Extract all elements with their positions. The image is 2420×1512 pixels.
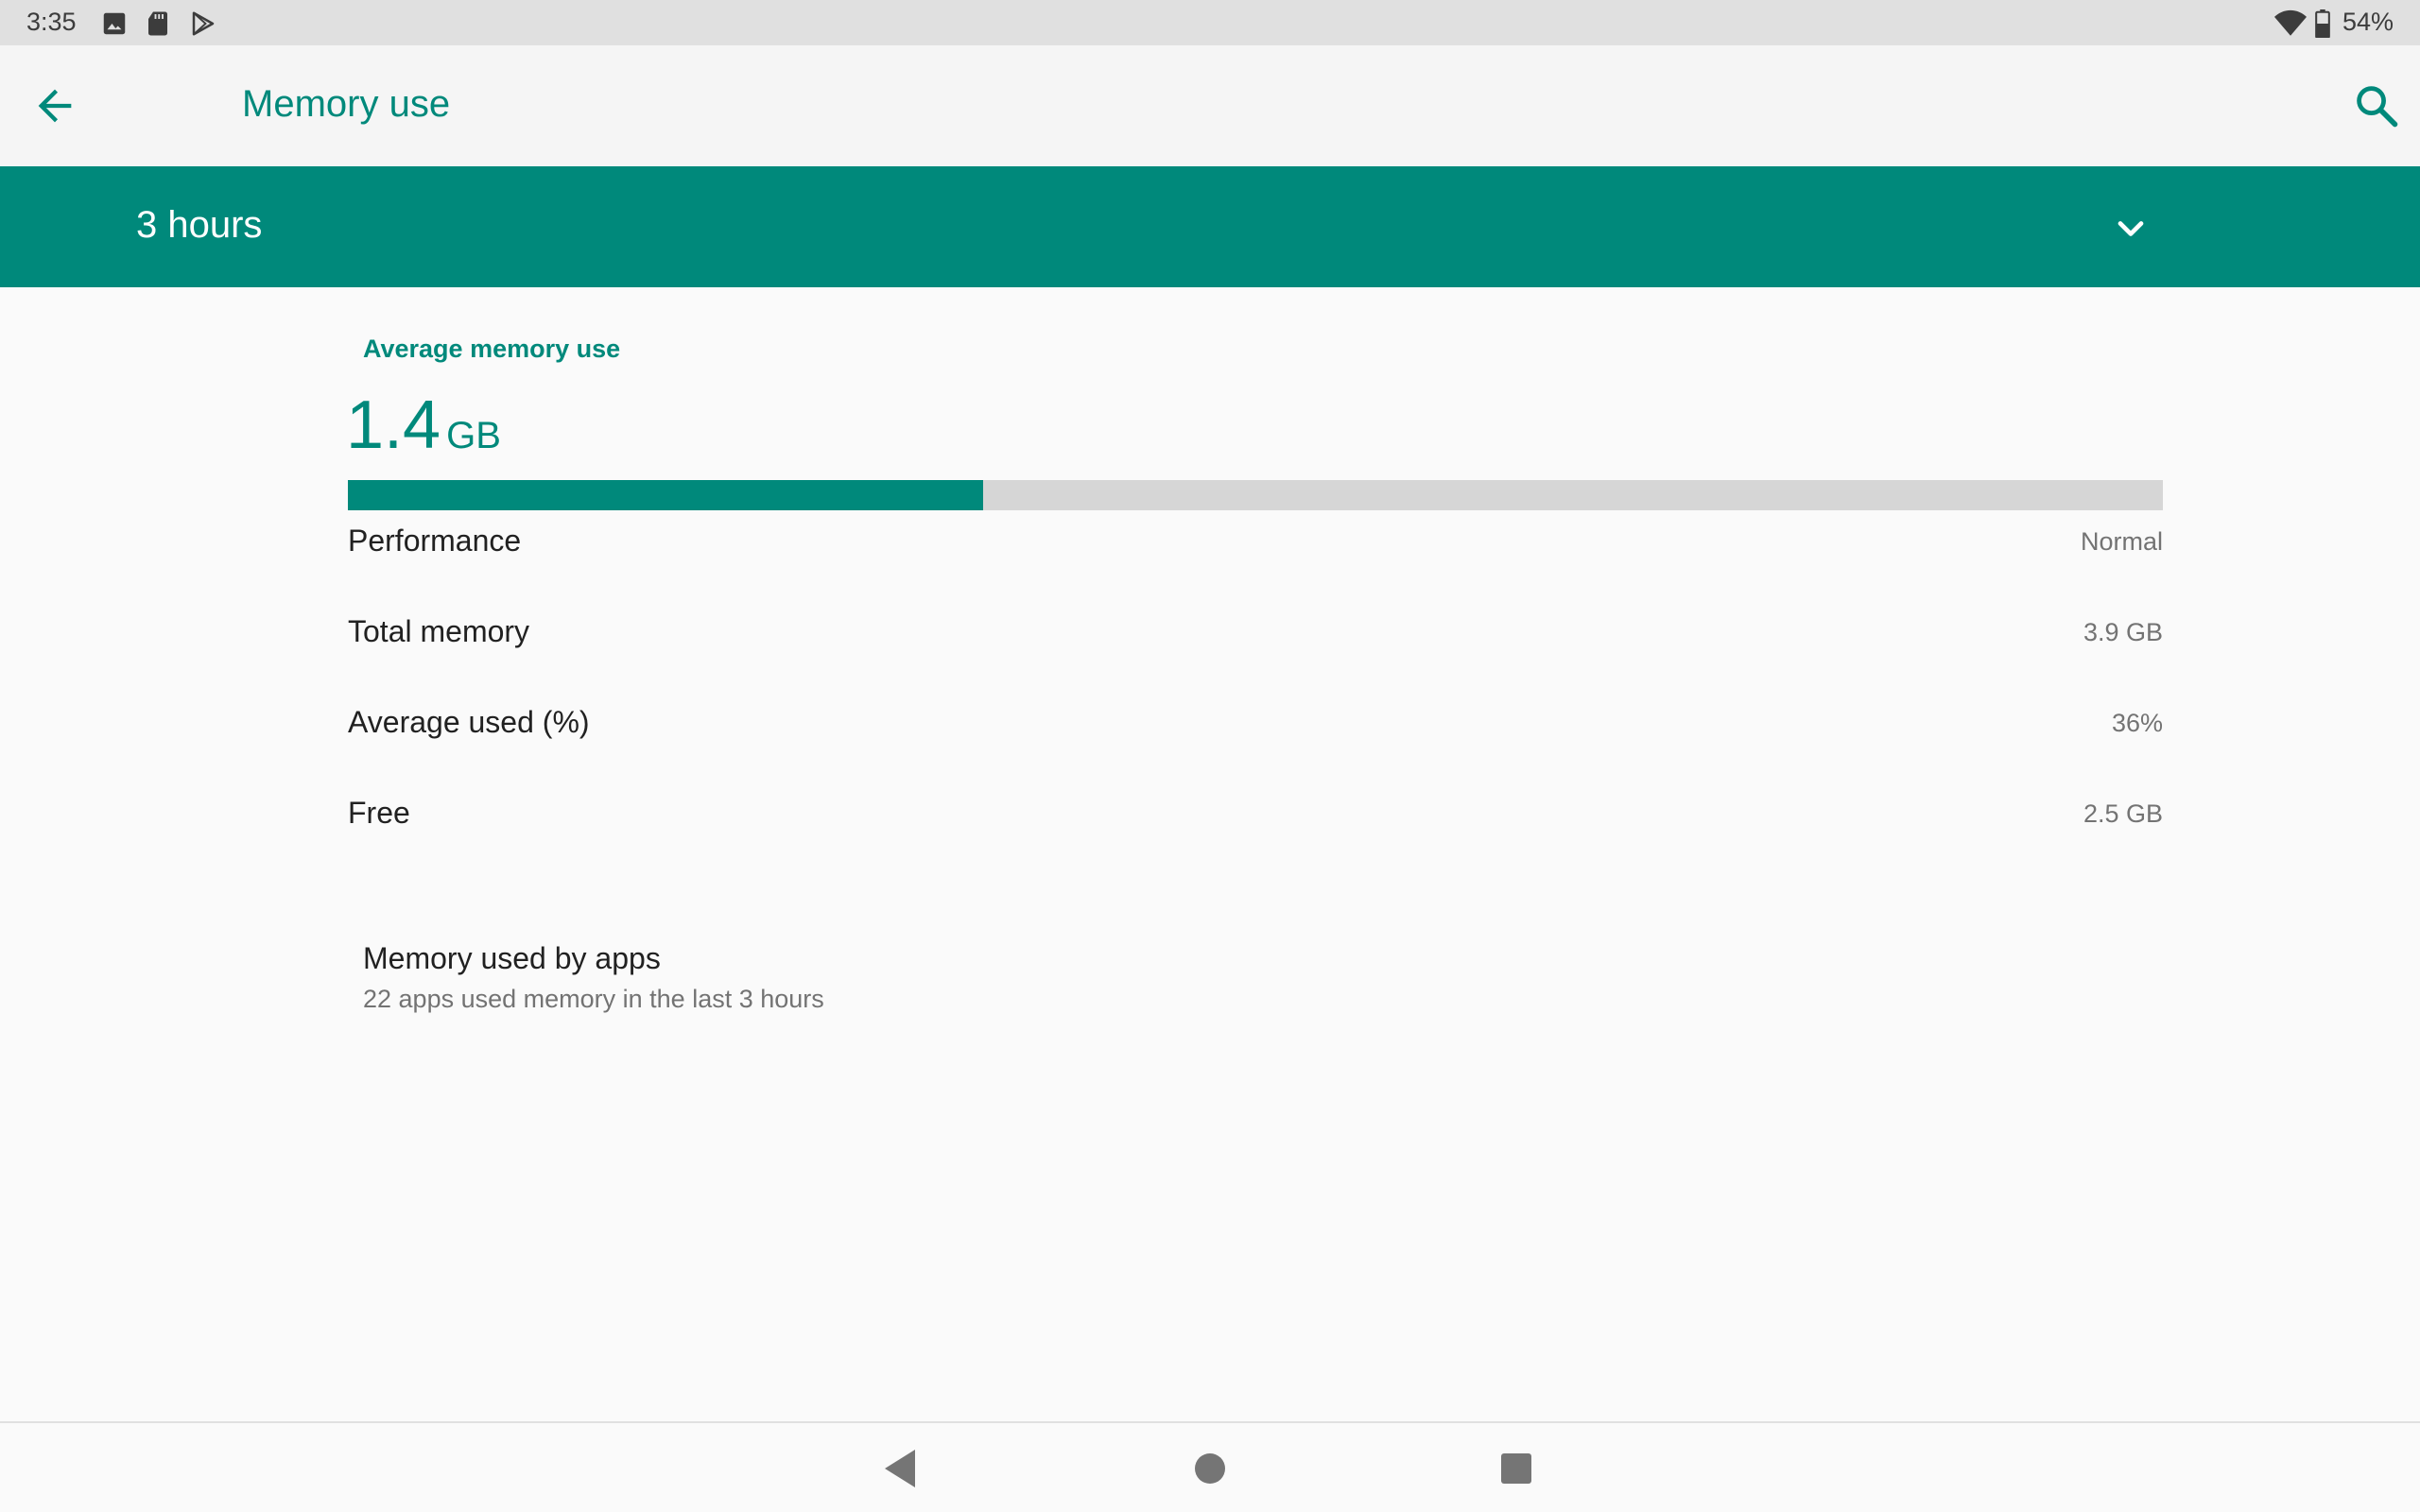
app-bar: Memory use bbox=[0, 45, 2420, 166]
duration-selected: 3 hours bbox=[136, 204, 263, 246]
stat-label: Performance bbox=[348, 524, 522, 558]
stat-row-average-used: Average used (%) 36% bbox=[348, 705, 2163, 762]
play-store-icon bbox=[192, 11, 215, 36]
chevron-down-icon[interactable] bbox=[2110, 208, 2152, 249]
recents-square-icon[interactable] bbox=[1494, 1446, 1539, 1491]
average-memory-unit: GB bbox=[446, 415, 501, 456]
stat-value: 36% bbox=[2111, 709, 2163, 737]
image-icon bbox=[103, 12, 126, 35]
home-circle-icon[interactable] bbox=[1187, 1446, 1233, 1491]
stat-row-performance: Performance Normal bbox=[348, 524, 2163, 580]
battery-percentage: 54% bbox=[2342, 8, 2394, 36]
stat-label: Average used (%) bbox=[348, 705, 590, 739]
stat-label: Total memory bbox=[348, 614, 530, 648]
stat-value: 2.5 GB bbox=[2083, 799, 2163, 828]
navigation-bar bbox=[0, 1421, 2420, 1512]
stat-value: Normal bbox=[2080, 527, 2163, 556]
stat-row-free: Free 2.5 GB bbox=[348, 796, 2163, 852]
page-title: Memory use bbox=[242, 83, 451, 125]
memory-progress-fill bbox=[348, 480, 983, 510]
back-triangle-icon[interactable] bbox=[879, 1446, 925, 1491]
apps-title: Memory used by apps bbox=[363, 941, 661, 975]
back-arrow-icon[interactable] bbox=[30, 81, 79, 130]
average-memory-label: Average memory use bbox=[363, 335, 621, 363]
search-icon[interactable] bbox=[2352, 81, 2401, 130]
battery-icon bbox=[2315, 9, 2330, 38]
stat-row-total-memory: Total memory 3.9 GB bbox=[348, 614, 2163, 671]
status-time: 3:35 bbox=[26, 8, 77, 36]
apps-summary: 22 apps used memory in the last 3 hours bbox=[363, 985, 824, 1013]
average-memory-number: 1.4 bbox=[346, 387, 441, 463]
average-memory-value: 1.4 GB bbox=[346, 391, 501, 459]
status-bar: 3:35 54% bbox=[0, 0, 2420, 45]
stat-value: 3.9 GB bbox=[2083, 618, 2163, 646]
memory-progress-bar bbox=[348, 480, 2163, 510]
duration-spinner[interactable]: 3 hours bbox=[0, 166, 2420, 287]
stat-label: Free bbox=[348, 796, 410, 830]
screen: 3:35 54% Memory use 3 hours Average memo… bbox=[0, 0, 2420, 1512]
wifi-icon bbox=[2274, 9, 2307, 36]
sd-card-icon bbox=[148, 11, 167, 36]
